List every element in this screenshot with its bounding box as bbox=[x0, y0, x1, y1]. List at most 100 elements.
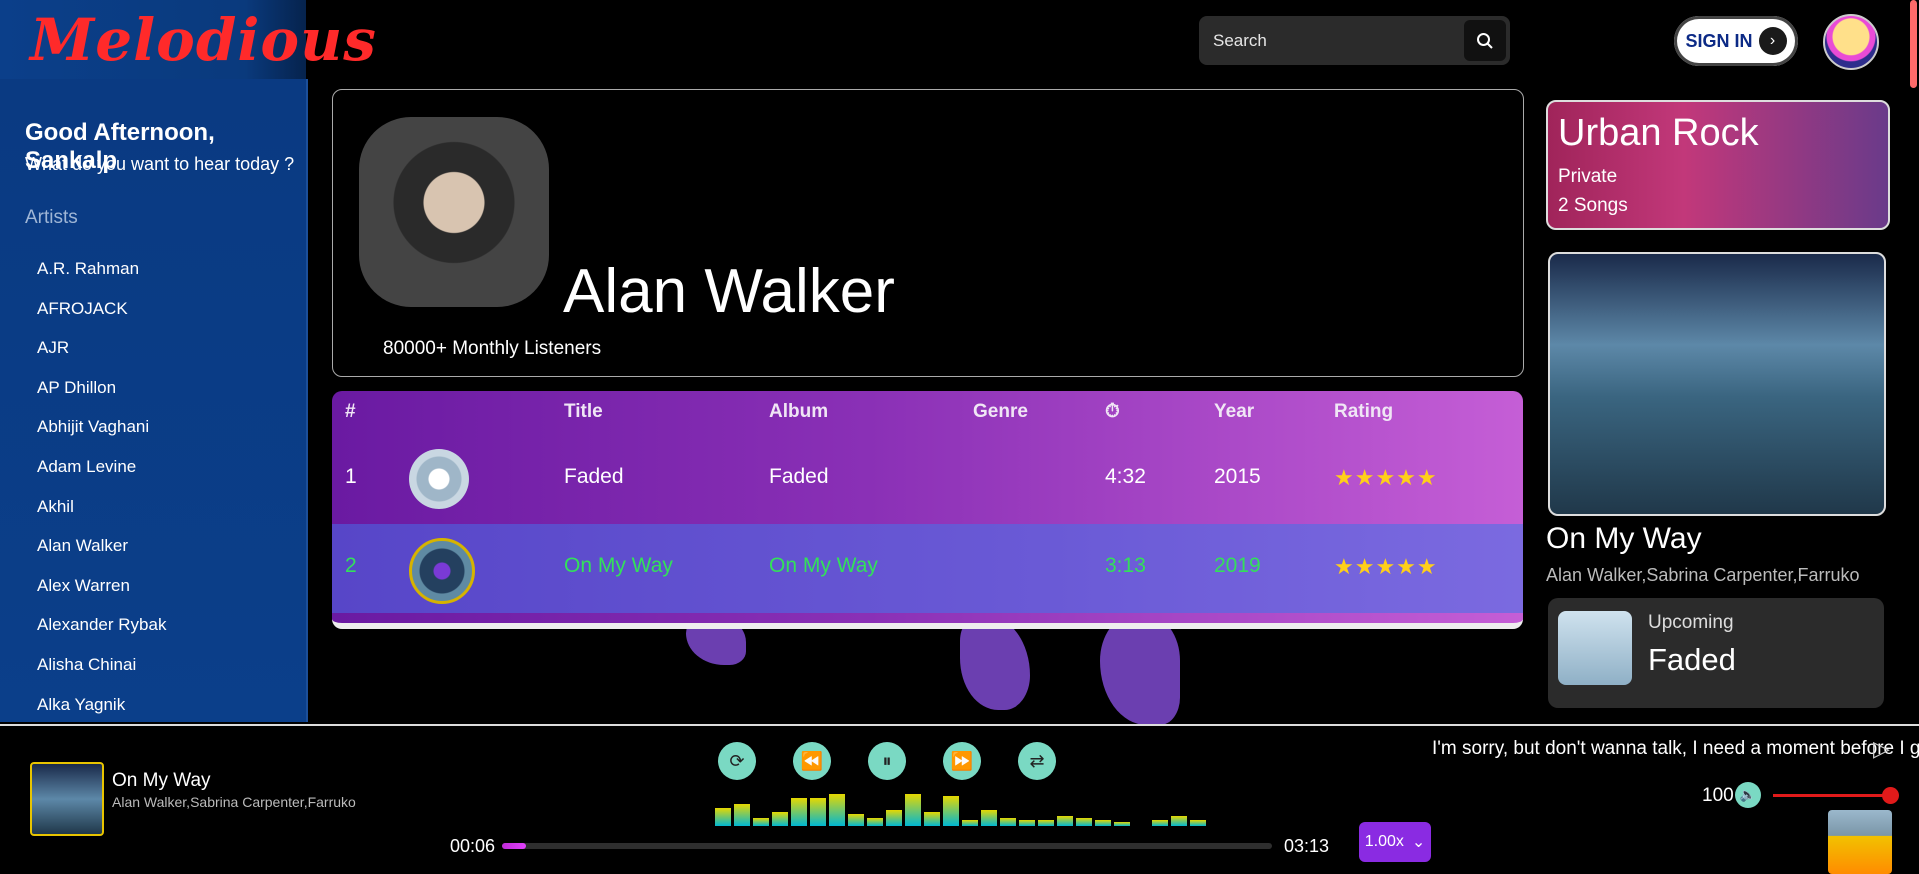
sidebar-item-artist[interactable]: AJR bbox=[37, 328, 166, 368]
search-input[interactable] bbox=[1211, 26, 1455, 56]
logo-area: Melodious bbox=[0, 0, 376, 79]
now-playing-artists: Alan Walker,Sabrina Carpenter,Farruko bbox=[1546, 565, 1860, 585]
pause-button[interactable]: ⏸ bbox=[868, 742, 906, 780]
playlist-visibility: Private bbox=[1558, 166, 1618, 187]
monthly-listeners: 80000+ Monthly Listeners bbox=[383, 338, 602, 359]
rewind-icon: ⏪ bbox=[800, 750, 824, 771]
sidebar-item-artist[interactable]: Alka Yagnik bbox=[37, 685, 166, 725]
rewind-button[interactable]: ⏪ bbox=[793, 742, 831, 780]
upcoming-thumbnail bbox=[1558, 611, 1632, 685]
visualizer-bar bbox=[867, 818, 883, 826]
visualizer-bar bbox=[734, 804, 750, 826]
sidebar-item-artist[interactable]: Alexander Rybak bbox=[37, 605, 166, 645]
progress-fill bbox=[502, 843, 526, 849]
sidebar-item-artist[interactable]: A.R. Rahman bbox=[37, 249, 166, 289]
volume-value: 100 bbox=[1702, 785, 1734, 806]
repeat-button[interactable]: ⟳ bbox=[718, 742, 756, 780]
column-year: Year bbox=[1214, 401, 1255, 422]
song-duration: 3:13 bbox=[1105, 554, 1146, 577]
sidebar-item-artist[interactable]: Alex Warren bbox=[37, 566, 166, 606]
upcoming-title: Faded bbox=[1648, 642, 1736, 677]
fast-forward-icon: ⏩ bbox=[950, 750, 974, 771]
song-thumbnail bbox=[409, 449, 469, 509]
visualizer-bar bbox=[1038, 820, 1054, 826]
volume-slider-handle[interactable] bbox=[1882, 787, 1899, 804]
total-time: 03:13 bbox=[1284, 836, 1330, 856]
song-rating[interactable]: ★★★★★ bbox=[1334, 554, 1438, 580]
player-bar: On My Way Alan Walker,Sabrina Carpenter,… bbox=[0, 724, 1919, 874]
sign-in-button[interactable]: SIGN IN › bbox=[1674, 16, 1798, 66]
sign-in-label: SIGN IN bbox=[1685, 30, 1753, 51]
volume-slider[interactable] bbox=[1773, 794, 1887, 797]
sidebar-item-artist[interactable]: AP Dhillon bbox=[37, 368, 166, 408]
artist-name: Alan Walker bbox=[563, 257, 895, 326]
shuffle-icon: ⇄ bbox=[1029, 750, 1045, 771]
fast-forward-button[interactable]: ⏩ bbox=[943, 742, 981, 780]
sidebar-item-artist[interactable]: Alan Walker bbox=[37, 526, 166, 566]
artist-header: Alan Walker 80000+ Monthly Listeners bbox=[332, 89, 1524, 377]
visualizer-bar bbox=[829, 794, 845, 826]
column-number: # bbox=[345, 401, 356, 422]
visualizer-bar bbox=[848, 814, 864, 826]
mascot-image bbox=[1828, 810, 1892, 874]
play-lyrics-icon[interactable]: ▷ bbox=[1873, 736, 1890, 762]
sidebar-item-artist[interactable]: AFROJACK bbox=[37, 289, 166, 329]
top-bar: Melodious SIGN IN › bbox=[0, 0, 1919, 79]
user-avatar[interactable] bbox=[1823, 14, 1879, 70]
column-duration-icon: ⏱ bbox=[1105, 401, 1120, 422]
sidebar-item-artist[interactable]: Abhijit Vaghani bbox=[37, 407, 166, 447]
row-number: 2 bbox=[345, 554, 357, 577]
column-genre: Genre bbox=[973, 401, 1028, 422]
chevron-right-icon: › bbox=[1758, 27, 1787, 55]
visualizer-bar bbox=[1057, 816, 1073, 826]
song-title[interactable]: On My Way bbox=[564, 554, 673, 578]
song-table: # Title Album Genre ⏱ Year Rating 1 Fade… bbox=[332, 391, 1523, 629]
progress-bar[interactable] bbox=[502, 843, 1272, 849]
background-art bbox=[960, 615, 1030, 710]
audio-visualizer bbox=[715, 786, 1215, 826]
song-album[interactable]: Faded bbox=[769, 465, 829, 489]
playlist-title: Urban Rock bbox=[1558, 112, 1759, 154]
column-title: Title bbox=[564, 401, 603, 422]
table-row[interactable]: 1 Faded Faded 4:32 2015 ★★★★★ bbox=[332, 435, 1523, 524]
sidebar-item-artist[interactable]: Akhil bbox=[37, 487, 166, 527]
song-duration: 4:32 bbox=[1105, 465, 1146, 488]
player-track-artists: Alan Walker,Sabrina Carpenter,Farruko bbox=[112, 794, 356, 810]
visualizer-bar bbox=[981, 810, 997, 826]
upcoming-card[interactable]: Upcoming Faded bbox=[1548, 598, 1884, 708]
song-album[interactable]: On My Way bbox=[769, 554, 878, 578]
table-row-active[interactable]: 2 On My Way On My Way 3:13 2019 ★★★★★ bbox=[332, 524, 1523, 613]
speed-value: 1.00x bbox=[1364, 833, 1404, 850]
song-rating[interactable]: ★★★★★ bbox=[1334, 465, 1438, 491]
volume-icon[interactable]: 🔈 bbox=[1735, 782, 1761, 808]
repeat-icon: ⟳ bbox=[729, 750, 745, 771]
song-title[interactable]: Faded bbox=[564, 465, 624, 489]
row-number: 1 bbox=[345, 465, 357, 488]
visualizer-bar bbox=[1152, 820, 1168, 826]
elapsed-time: 00:06 bbox=[450, 836, 496, 856]
playlist-card[interactable]: Urban Rock Private 2 Songs bbox=[1546, 100, 1890, 230]
sidebar-item-artist[interactable]: Adam Levine bbox=[37, 447, 166, 487]
shuffle-button[interactable]: ⇄ bbox=[1018, 742, 1056, 780]
table-header: # Title Album Genre ⏱ Year Rating bbox=[332, 391, 1523, 435]
speed-select[interactable]: 1.00x ⌄ bbox=[1359, 822, 1431, 862]
song-year: 2019 bbox=[1214, 554, 1261, 577]
visualizer-bar bbox=[1114, 822, 1130, 826]
chevron-down-icon: ⌄ bbox=[1411, 834, 1426, 851]
visualizer-bar bbox=[924, 812, 940, 826]
now-playing-cover bbox=[1548, 252, 1886, 516]
sidebar: Good Afternoon, Sankalp What do you want… bbox=[0, 79, 308, 722]
scrollbar[interactable] bbox=[1910, 0, 1917, 88]
search-icon bbox=[1477, 32, 1493, 49]
visualizer-bar bbox=[772, 812, 788, 826]
song-year: 2015 bbox=[1214, 465, 1261, 488]
visualizer-bar bbox=[943, 796, 959, 826]
sidebar-item-artist[interactable]: Alisha Chinai bbox=[37, 645, 166, 685]
pause-icon: ⏸ bbox=[882, 750, 892, 771]
visualizer-bar bbox=[810, 798, 826, 826]
column-album: Album bbox=[769, 401, 829, 422]
search-button[interactable] bbox=[1464, 20, 1506, 61]
app-logo[interactable]: Melodious bbox=[30, 6, 377, 74]
song-thumbnail bbox=[409, 538, 475, 604]
visualizer-bar bbox=[1095, 820, 1111, 826]
